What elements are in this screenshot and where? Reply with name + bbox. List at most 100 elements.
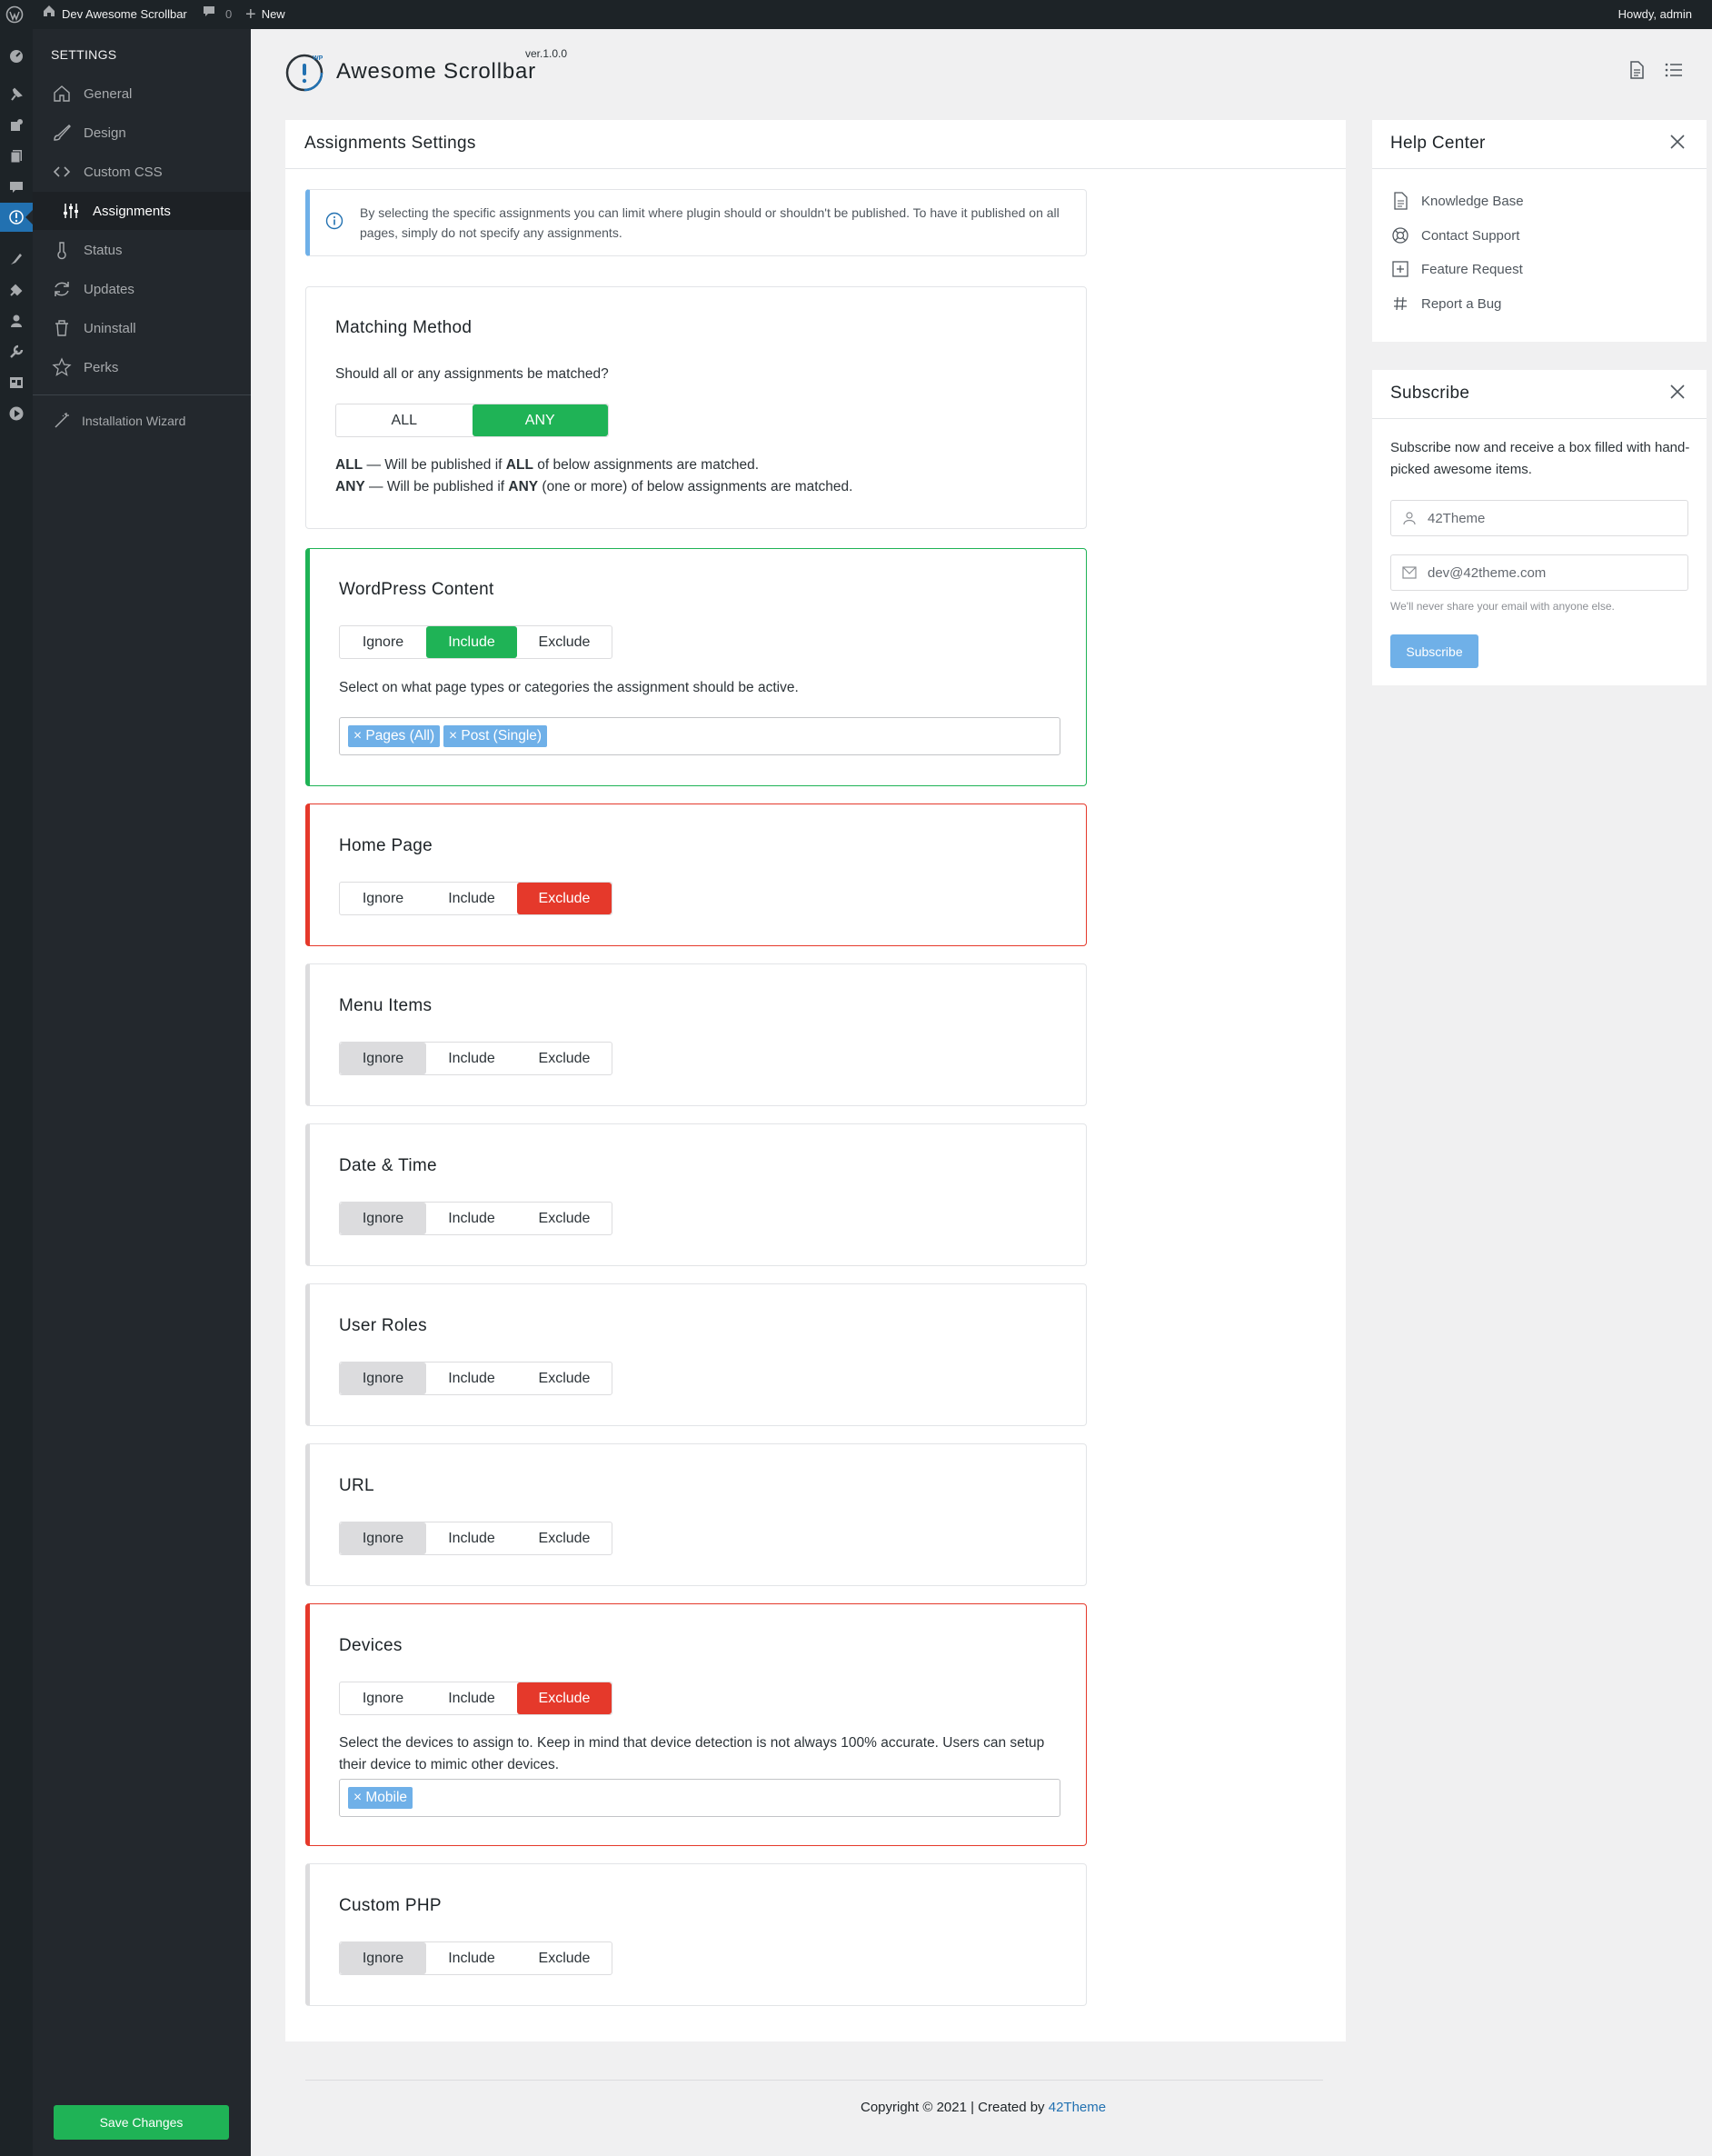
help-item-label: Contact Support <box>1421 227 1520 244</box>
sidebar-item-label: Uninstall <box>84 320 136 336</box>
section-title: Home Page <box>339 836 433 855</box>
sidebar-item-installation-wizard[interactable]: Installation Wizard <box>33 402 251 440</box>
include-option[interactable]: Include <box>426 1203 517 1234</box>
include-option[interactable]: Include <box>426 1942 517 1974</box>
help-item-knowledge-base[interactable]: Knowledge Base <box>1390 190 1524 212</box>
sidebar-item-label: Perks <box>84 359 119 375</box>
new-content-link[interactable]: + New <box>245 0 285 29</box>
sidebar-item-design[interactable]: Design <box>33 114 251 152</box>
help-item-label: Knowledge Base <box>1421 193 1524 209</box>
site-name-link[interactable]: Dev Awesome Scrollbar <box>42 0 187 29</box>
wordpress-logo-icon[interactable] <box>5 0 24 29</box>
match-all-description: ALL — Will be published if ALL of below … <box>335 457 760 473</box>
menu-items-toggle: Ignore Include Exclude <box>339 1042 612 1075</box>
ignore-option[interactable]: Ignore <box>340 1043 426 1074</box>
awesome-scrollbar-menu-icon[interactable] <box>0 203 33 232</box>
list-icon[interactable] <box>1664 60 1686 82</box>
footer-link[interactable]: 42Theme <box>1049 2100 1106 2115</box>
wand-icon <box>51 410 73 432</box>
match-all-option[interactable]: ALL <box>336 404 473 436</box>
ignore-option[interactable]: Ignore <box>340 883 426 914</box>
sidebar-item-assignments[interactable]: Assignments <box>33 192 251 230</box>
ignore-option[interactable]: Ignore <box>340 1942 426 1974</box>
subscribe-button[interactable]: Subscribe <box>1390 634 1478 668</box>
my-account-link[interactable]: Howdy, admin <box>1618 0 1692 29</box>
close-icon[interactable] <box>1669 384 1686 404</box>
pin-icon[interactable] <box>8 86 25 103</box>
sidebar-item-status[interactable]: Status <box>33 231 251 269</box>
close-icon[interactable] <box>1669 134 1686 155</box>
subscribe-title: Subscribe <box>1390 384 1470 403</box>
comments-link[interactable]: 0 <box>202 0 232 29</box>
plugins-icon[interactable] <box>8 282 25 298</box>
section-title: Custom PHP <box>339 1896 442 1915</box>
section-title: Menu Items <box>339 996 433 1015</box>
ignore-option[interactable]: Ignore <box>340 1522 426 1554</box>
sidebar-item-uninstall[interactable]: Uninstall <box>33 309 251 347</box>
home-page-toggle: Ignore Include Exclude <box>339 882 612 915</box>
help-item-label: Feature Request <box>1421 261 1523 277</box>
sidebar-item-general[interactable]: General <box>33 75 251 113</box>
date-time-card: Date & Time Ignore Include Exclude <box>305 1123 1087 1266</box>
save-changes-button[interactable]: Save Changes <box>54 2105 229 2140</box>
pages-icon[interactable] <box>8 148 25 165</box>
exclude-option[interactable]: Exclude <box>517 1362 612 1394</box>
hash-icon <box>1390 294 1410 314</box>
plus-icon: + <box>245 5 256 25</box>
help-center-title: Help Center <box>1390 134 1486 153</box>
url-card: URL Ignore Include Exclude <box>305 1443 1087 1586</box>
dashboard-icon[interactable] <box>8 47 25 64</box>
thermometer-icon <box>51 239 73 261</box>
exclude-option[interactable]: Exclude <box>517 1682 612 1714</box>
section-title: Matching Method <box>335 318 473 337</box>
sidebar-item-label: Custom CSS <box>84 164 163 180</box>
exclude-option[interactable]: Exclude <box>517 883 612 914</box>
match-any-option[interactable]: ANY <box>472 404 608 436</box>
section-title: Date & Time <box>339 1156 437 1175</box>
sidebar-item-perks[interactable]: Perks <box>33 348 251 386</box>
tools-icon[interactable] <box>8 344 25 360</box>
include-option[interactable]: Include <box>426 1522 517 1554</box>
comments-menu-icon[interactable] <box>8 179 25 195</box>
play-icon[interactable] <box>8 405 25 422</box>
document-icon[interactable] <box>1627 60 1648 82</box>
exclude-option[interactable]: Exclude <box>517 1522 612 1554</box>
include-option[interactable]: Include <box>426 1043 517 1074</box>
include-option[interactable]: Include <box>426 1682 517 1714</box>
page-types-select[interactable]: × Pages (All) × Post (Single) <box>339 717 1060 755</box>
tag-chip[interactable]: × Mobile <box>348 1787 413 1809</box>
exclude-option[interactable]: Exclude <box>517 1203 612 1234</box>
ignore-option[interactable]: Ignore <box>340 626 426 658</box>
include-option[interactable]: Include <box>426 1362 517 1394</box>
tag-chip[interactable]: × Post (Single) <box>443 725 548 747</box>
tag-chip[interactable]: × Pages (All) <box>348 725 441 747</box>
name-field[interactable]: 42Theme <box>1390 500 1688 536</box>
help-item-report-bug[interactable]: Report a Bug <box>1390 293 1501 314</box>
ignore-option[interactable]: Ignore <box>340 1362 426 1394</box>
include-option[interactable]: Include <box>426 883 517 914</box>
ignore-option[interactable]: Ignore <box>340 1203 426 1234</box>
trash-icon <box>51 317 73 339</box>
help-item-feature-request[interactable]: Feature Request <box>1390 258 1523 280</box>
help-item-contact-support[interactable]: Contact Support <box>1390 225 1519 246</box>
appearance-icon[interactable] <box>8 251 25 267</box>
user-icon <box>1391 500 1428 536</box>
exclude-option[interactable]: Exclude <box>517 1942 612 1974</box>
matching-method-card: Matching Method Should all or any assign… <box>305 286 1087 529</box>
exclude-option[interactable]: Exclude <box>517 626 612 658</box>
comments-count: 0 <box>225 7 233 21</box>
section-title: Devices <box>339 1636 403 1655</box>
sidebar-item-custom-css[interactable]: Custom CSS <box>33 153 251 191</box>
email-field[interactable]: dev@42theme.com <box>1390 554 1688 591</box>
devices-select[interactable]: × Mobile <box>339 1779 1060 1817</box>
sidebar-item-updates[interactable]: Updates <box>33 270 251 308</box>
sidebar-item-label: Updates <box>84 281 134 297</box>
settings-menu-icon[interactable] <box>8 374 25 391</box>
menu-items-card: Menu Items Ignore Include Exclude <box>305 963 1087 1106</box>
exclude-option[interactable]: Exclude <box>517 1043 612 1074</box>
ignore-option[interactable]: Ignore <box>340 1682 426 1714</box>
plugin-version: ver.1.0.0 <box>525 47 568 60</box>
users-icon[interactable] <box>8 313 25 329</box>
media-icon[interactable] <box>8 117 25 134</box>
include-option[interactable]: Include <box>426 626 517 658</box>
